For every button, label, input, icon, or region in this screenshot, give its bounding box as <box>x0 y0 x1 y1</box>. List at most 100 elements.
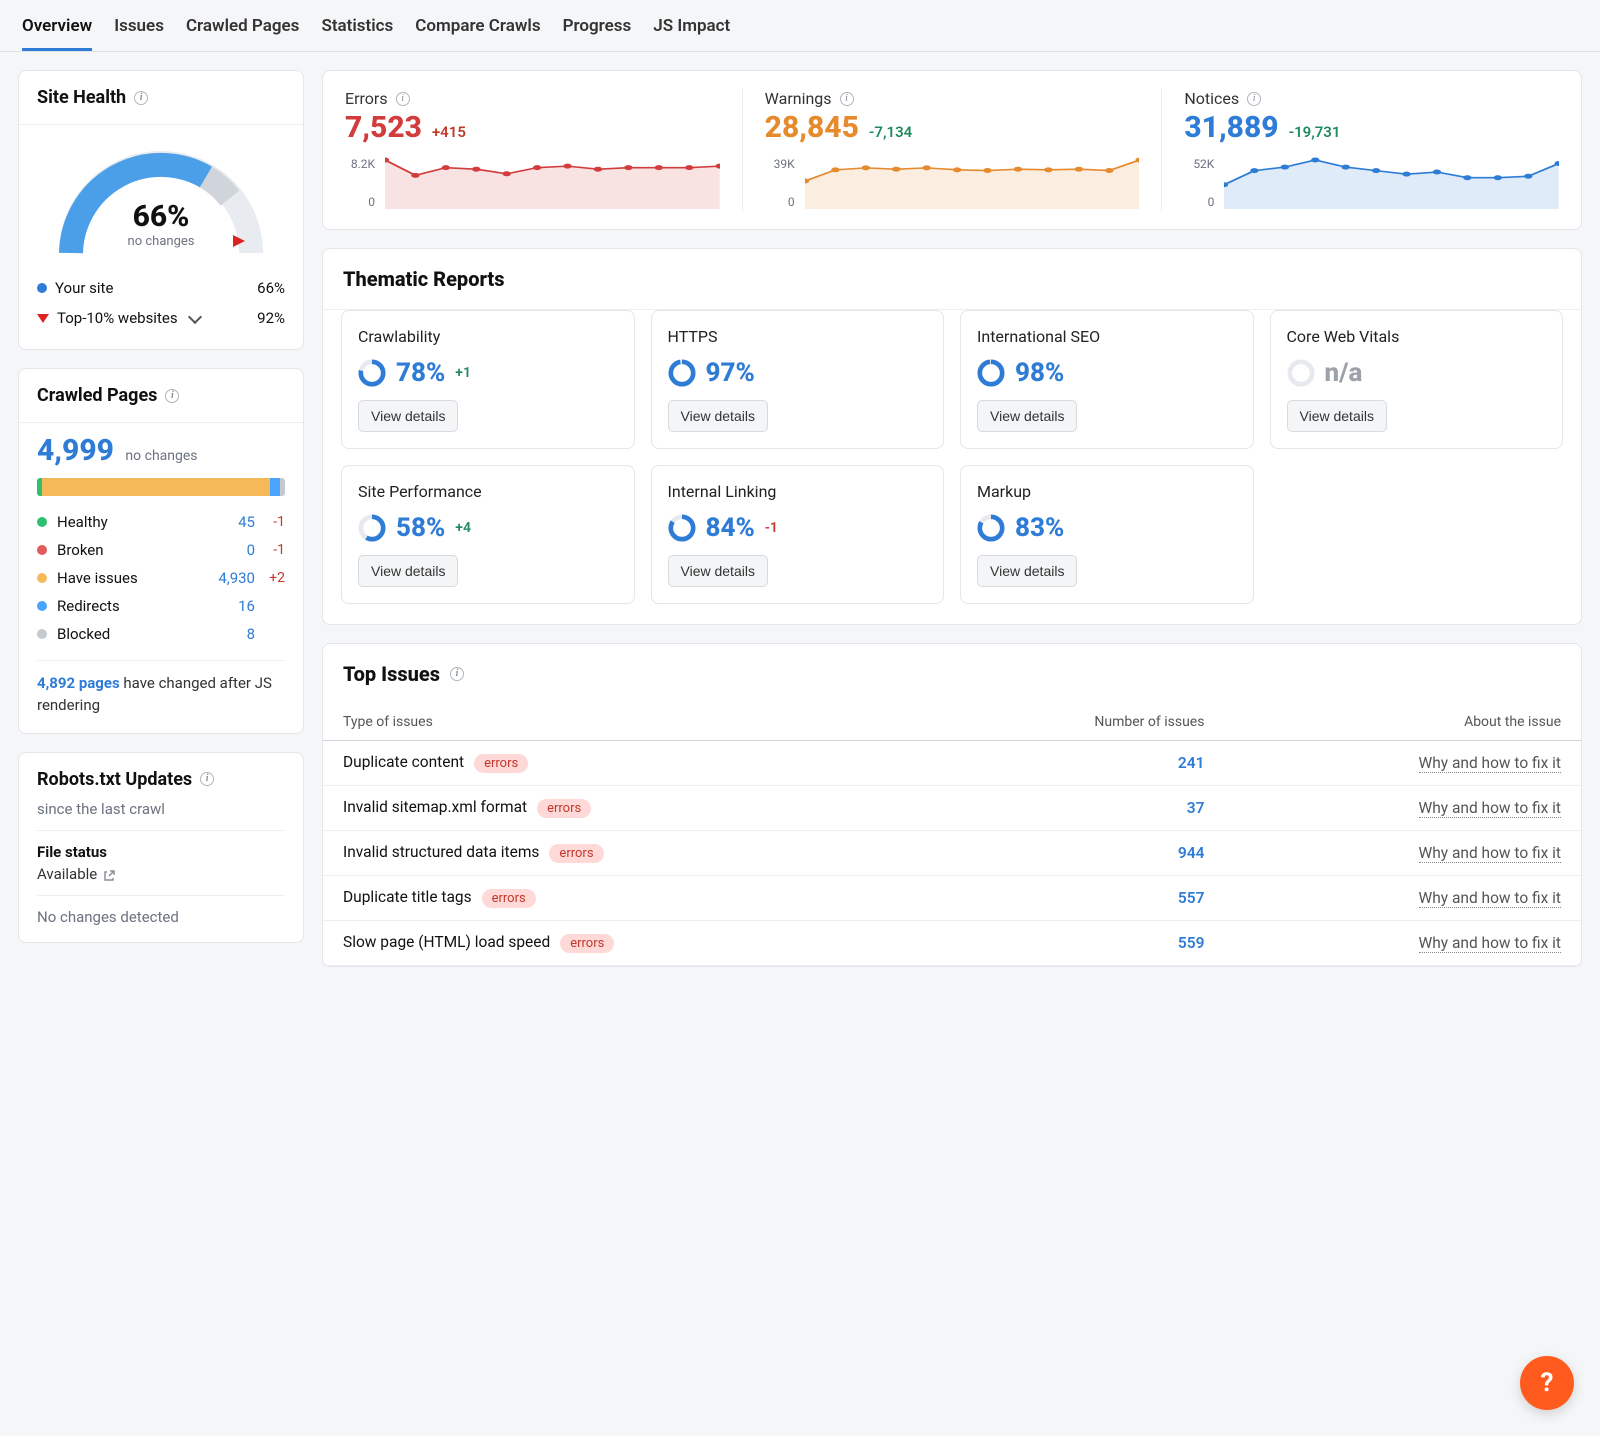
sparkline <box>385 157 720 209</box>
health-gauge: 66% no changes <box>51 143 271 263</box>
top-issues-card: Top Issues i Type of issuesNumber of iss… <box>322 643 1582 967</box>
issue-name[interactable]: Invalid structured data items <box>343 843 539 861</box>
view-details-button[interactable]: View details <box>358 400 458 432</box>
progress-ring-icon <box>668 514 696 542</box>
metric-notices[interactable]: Noticesi31,889-19,73152K0 <box>1162 71 1581 229</box>
fix-link[interactable]: Why and how to fix it <box>1419 844 1561 863</box>
view-details-button[interactable]: View details <box>977 555 1077 587</box>
site-health-card: Site Health i 66% no cha <box>18 70 304 350</box>
tab-progress[interactable]: Progress <box>563 10 632 51</box>
view-details-button[interactable]: View details <box>668 555 768 587</box>
top-issues-table: Type of issuesNumber of issuesAbout the … <box>323 704 1581 966</box>
tab-overview[interactable]: Overview <box>22 10 92 51</box>
site-health-title: Site Health <box>37 87 126 108</box>
crawled-row[interactable]: Broken0-1 <box>37 536 285 564</box>
progress-ring-icon <box>358 514 386 542</box>
issue-count[interactable]: 241 <box>1178 754 1205 772</box>
health-sub: no changes <box>51 234 271 249</box>
tab-js-impact[interactable]: JS Impact <box>653 10 730 51</box>
metric-errors[interactable]: Errorsi7,523+4158.2K0 <box>323 71 742 229</box>
top-tabs: Overview Issues Crawled Pages Statistics Com… <box>0 0 1600 52</box>
info-icon[interactable]: i <box>840 92 854 106</box>
info-icon[interactable]: i <box>200 772 214 786</box>
legend-top10[interactable]: Top-10% websites 92% <box>37 303 285 333</box>
info-icon[interactable]: i <box>1247 92 1261 106</box>
fix-link[interactable]: Why and how to fix it <box>1419 889 1561 908</box>
severity-badge: errors <box>560 934 614 953</box>
tab-issues[interactable]: Issues <box>114 10 164 51</box>
tab-crawled-pages[interactable]: Crawled Pages <box>186 10 300 51</box>
file-status-value[interactable]: Available <box>37 865 97 883</box>
crawled-pages-card: Crawled Pages i 4,999 no changes Healthy… <box>18 368 304 734</box>
issue-name[interactable]: Invalid sitemap.xml format <box>343 798 527 816</box>
column-header: Number of issues <box>931 704 1224 741</box>
file-status-label: File status <box>37 843 285 861</box>
fix-link[interactable]: Why and how to fix it <box>1419 754 1561 773</box>
info-icon[interactable]: i <box>396 92 410 106</box>
chevron-down-icon <box>187 310 201 324</box>
view-details-button[interactable]: View details <box>358 555 458 587</box>
thematic-core-web-vitals: Core Web Vitalsn/aView details <box>1270 310 1564 449</box>
dot-icon <box>37 545 47 555</box>
crawled-row[interactable]: Have issues4,930+2 <box>37 564 285 592</box>
issue-count[interactable]: 37 <box>1187 799 1205 817</box>
info-icon[interactable]: i <box>134 91 148 105</box>
tab-statistics[interactable]: Statistics <box>321 10 393 51</box>
progress-ring-icon <box>668 359 696 387</box>
robots-card: Robots.txt Updates i since the last craw… <box>18 752 304 943</box>
fix-link[interactable]: Why and how to fix it <box>1419 799 1561 818</box>
metric-warnings[interactable]: Warningsi28,845-7,13439K0 <box>743 71 1162 229</box>
tab-compare-crawls[interactable]: Compare Crawls <box>415 10 540 51</box>
column-header: About the issue <box>1224 704 1581 741</box>
issue-name[interactable]: Slow page (HTML) load speed <box>343 933 550 951</box>
thematic-crawlability: Crawlability78%+1View details <box>341 310 635 449</box>
thematic-https: HTTPS97%View details <box>651 310 945 449</box>
health-percent: 66% <box>51 199 271 234</box>
crawled-row[interactable]: Blocked8 <box>37 620 285 648</box>
robots-footer: No changes detected <box>37 908 285 926</box>
view-details-button[interactable]: View details <box>1287 400 1387 432</box>
robots-since: since the last crawl <box>37 800 285 818</box>
crawled-row[interactable]: Healthy45-1 <box>37 508 285 536</box>
issue-name[interactable]: Duplicate title tags <box>343 888 472 906</box>
after-js-link[interactable]: 4,892 pages <box>37 674 120 692</box>
dot-icon <box>37 629 47 639</box>
robots-title: Robots.txt Updates <box>37 769 192 790</box>
fix-link[interactable]: Why and how to fix it <box>1419 934 1561 953</box>
thematic-card: Thematic Reports Crawlability78%+1View d… <box>322 248 1582 625</box>
crawled-stacked-bar <box>37 478 285 496</box>
caret-down-icon <box>37 314 49 323</box>
sparkline <box>805 157 1140 209</box>
progress-ring-icon <box>977 514 1005 542</box>
severity-badge: errors <box>537 799 591 818</box>
progress-ring-icon <box>977 359 1005 387</box>
crawled-pages-title: Crawled Pages <box>37 385 157 406</box>
table-row: Duplicate content errors 241 Why and how to… <box>323 741 1581 786</box>
legend-your-site: Your site 66% <box>37 273 285 303</box>
crawled-total[interactable]: 4,999 <box>37 433 114 468</box>
dot-icon <box>37 517 47 527</box>
issue-name[interactable]: Duplicate content <box>343 753 464 771</box>
issue-count[interactable]: 944 <box>1178 844 1205 862</box>
info-icon[interactable]: i <box>165 389 179 403</box>
sparkline <box>1224 157 1559 209</box>
progress-ring-icon <box>1287 359 1315 387</box>
after-js-render-note: 4,892 pages have changed after JS render… <box>37 673 285 717</box>
crawled-row[interactable]: Redirects16 <box>37 592 285 620</box>
thematic-site-performance: Site Performance58%+4View details <box>341 465 635 604</box>
dot-icon <box>37 573 47 583</box>
severity-badge: errors <box>474 754 528 773</box>
view-details-button[interactable]: View details <box>668 400 768 432</box>
thematic-internal-linking: Internal Linking84%-1View details <box>651 465 945 604</box>
help-fab[interactable]: ? <box>1520 1356 1574 1410</box>
info-icon[interactable]: i <box>450 667 464 681</box>
column-header: Type of issues <box>323 704 931 741</box>
crawled-sub: no changes <box>125 448 197 464</box>
severity-badge: errors <box>549 844 603 863</box>
issue-count[interactable]: 557 <box>1178 889 1205 907</box>
view-details-button[interactable]: View details <box>977 400 1077 432</box>
top-issues-title: Top Issues <box>343 662 440 686</box>
issue-count[interactable]: 559 <box>1178 934 1205 952</box>
external-link-icon[interactable] <box>103 868 115 880</box>
severity-badge: errors <box>482 889 536 908</box>
